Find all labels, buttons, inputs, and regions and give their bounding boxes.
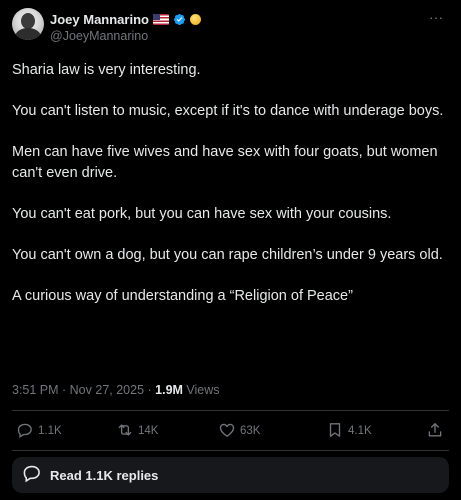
more-options-icon[interactable]: ··· <box>429 10 445 24</box>
divider-top <box>12 410 449 411</box>
author-names: Joey Mannarino @JoeyMannarino <box>50 11 201 43</box>
repost-button[interactable]: 14K <box>116 420 158 442</box>
post-timestamp[interactable]: 3:51 PM · Nov 27, 2025 · <box>12 383 155 397</box>
like-button[interactable]: 63K <box>218 420 260 442</box>
reply-icon <box>16 421 34 442</box>
repost-count: 14K <box>138 425 159 437</box>
reply-count: 1.1K <box>38 425 62 437</box>
display-name-row: Joey Mannarino <box>50 11 201 27</box>
post-paragraph: You can't eat pork, but you can have sex… <box>12 206 392 222</box>
post-paragraph: Men can have five wives and have sex wit… <box>12 144 438 181</box>
bookmark-count: 4.1K <box>348 425 372 437</box>
speech-bubble-icon <box>12 463 42 488</box>
verified-icon[interactable] <box>173 13 186 26</box>
share-button[interactable] <box>426 420 444 442</box>
handle[interactable]: @JoeyMannarino <box>50 29 201 43</box>
post-paragraph: You can't own a dog, but you can rape ch… <box>12 247 443 263</box>
heart-icon <box>218 421 236 442</box>
display-name[interactable]: Joey Mannarino <box>50 12 149 27</box>
read-replies-button[interactable]: Read 1.1K replies <box>12 457 449 493</box>
post-paragraph: You can't listen to music, except if it'… <box>12 103 444 119</box>
bookmark-icon <box>326 421 344 442</box>
repost-icon <box>116 421 134 442</box>
views-label: Views <box>182 383 220 397</box>
bookmark-button[interactable]: 4.1K <box>326 420 372 442</box>
reply-button[interactable]: 1.1K <box>16 420 62 442</box>
action-bar: 1.1K 14K 63K 4.1K <box>14 420 447 444</box>
post-paragraph: Sharia law is very interesting. <box>12 62 201 78</box>
read-replies-label: Read 1.1K replies <box>50 467 159 483</box>
views-count: 1.9M <box>155 383 183 397</box>
divider-bottom <box>12 450 449 451</box>
post-body: Sharia law is very interesting. You can'… <box>12 60 452 327</box>
avatar[interactable] <box>12 8 44 40</box>
coin-icon <box>189 13 201 25</box>
like-count: 63K <box>240 425 261 437</box>
post-paragraph: A curious way of understanding a “Religi… <box>12 288 353 304</box>
post-card: Joey Mannarino @JoeyMannarino ··· Sharia… <box>0 0 461 500</box>
post-header: Joey Mannarino @JoeyMannarino ··· <box>12 8 449 48</box>
share-icon <box>426 421 444 442</box>
post-meta: 3:51 PM · Nov 27, 2025 · 1.9M Views <box>12 383 220 397</box>
us-flag-icon <box>152 13 169 25</box>
